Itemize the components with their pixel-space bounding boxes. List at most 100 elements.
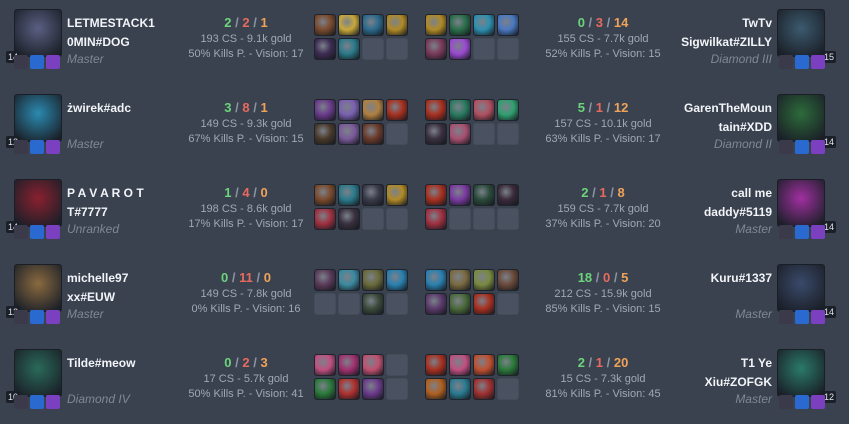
summoner-spell-icon[interactable]	[46, 310, 60, 324]
item-slot-icon[interactable]	[497, 378, 519, 400]
summoner-spell-icon[interactable]	[795, 395, 809, 409]
summoner-spell-icon[interactable]	[30, 225, 44, 239]
item-slot-icon[interactable]	[314, 99, 336, 121]
summoner-spell-icon[interactable]	[14, 395, 28, 409]
summoner-spell-icon[interactable]	[795, 55, 809, 69]
item-slot-icon[interactable]	[338, 14, 360, 36]
item-slot-icon[interactable]	[473, 378, 495, 400]
item-slot-icon[interactable]	[386, 208, 408, 230]
summoner-name[interactable]: T1 Ye Xiu#ZOFGK	[672, 354, 772, 392]
summoner-spell-icon[interactable]	[779, 140, 793, 154]
summoner-spell-icon[interactable]	[30, 55, 44, 69]
item-slot-icon[interactable]	[362, 99, 384, 121]
summoner-name[interactable]: TwTv Sigwilkat#ZILLY	[672, 14, 772, 52]
summoner-spell-icon[interactable]	[779, 395, 793, 409]
item-slot-icon[interactable]	[362, 38, 384, 60]
summoner-spell-icon[interactable]	[30, 140, 44, 154]
item-slot-icon[interactable]	[362, 293, 384, 315]
champion-portrait[interactable]	[14, 264, 62, 312]
item-slot-icon[interactable]	[449, 38, 471, 60]
item-slot-icon[interactable]	[362, 123, 384, 145]
item-slot-icon[interactable]	[497, 269, 519, 291]
item-slot-icon[interactable]	[386, 38, 408, 60]
champion-portrait[interactable]	[777, 349, 825, 397]
item-slot-icon[interactable]	[362, 14, 384, 36]
item-slot-icon[interactable]	[497, 208, 519, 230]
item-slot-icon[interactable]	[497, 293, 519, 315]
item-slot-icon[interactable]	[473, 208, 495, 230]
item-slot-icon[interactable]	[362, 354, 384, 376]
item-slot-icon[interactable]	[449, 208, 471, 230]
item-slot-icon[interactable]	[449, 123, 471, 145]
item-slot-icon[interactable]	[314, 293, 336, 315]
summoner-spell-icon[interactable]	[14, 310, 28, 324]
summoner-spell-icon[interactable]	[14, 225, 28, 239]
item-slot-icon[interactable]	[386, 123, 408, 145]
item-slot-icon[interactable]	[473, 293, 495, 315]
item-slot-icon[interactable]	[473, 14, 495, 36]
item-slot-icon[interactable]	[425, 38, 447, 60]
item-slot-icon[interactable]	[473, 269, 495, 291]
item-slot-icon[interactable]	[314, 38, 336, 60]
item-slot-icon[interactable]	[314, 378, 336, 400]
summoner-spell-icon[interactable]	[811, 310, 825, 324]
item-slot-icon[interactable]	[473, 184, 495, 206]
summoner-spell-icon[interactable]	[14, 55, 28, 69]
item-slot-icon[interactable]	[386, 354, 408, 376]
item-slot-icon[interactable]	[386, 378, 408, 400]
item-slot-icon[interactable]	[386, 14, 408, 36]
item-slot-icon[interactable]	[449, 99, 471, 121]
summoner-name[interactable]: GarenTheMoun tain#XDD	[672, 99, 772, 137]
champion-portrait[interactable]	[14, 9, 62, 57]
summoner-spell-icon[interactable]	[795, 310, 809, 324]
summoner-spell-icon[interactable]	[811, 140, 825, 154]
item-slot-icon[interactable]	[497, 354, 519, 376]
champion-portrait[interactable]	[14, 94, 62, 142]
summoner-spell-icon[interactable]	[46, 225, 60, 239]
item-slot-icon[interactable]	[425, 14, 447, 36]
item-slot-icon[interactable]	[497, 184, 519, 206]
champion-portrait[interactable]	[14, 349, 62, 397]
summoner-spell-icon[interactable]	[30, 310, 44, 324]
item-slot-icon[interactable]	[338, 38, 360, 60]
item-slot-icon[interactable]	[473, 99, 495, 121]
item-slot-icon[interactable]	[425, 123, 447, 145]
item-slot-icon[interactable]	[449, 378, 471, 400]
champion-portrait[interactable]	[777, 9, 825, 57]
summoner-name[interactable]: Kuru#1337	[672, 269, 772, 288]
item-slot-icon[interactable]	[362, 208, 384, 230]
item-slot-icon[interactable]	[425, 208, 447, 230]
item-slot-icon[interactable]	[449, 354, 471, 376]
summoner-spell-icon[interactable]	[795, 140, 809, 154]
item-slot-icon[interactable]	[449, 293, 471, 315]
champion-portrait[interactable]	[777, 94, 825, 142]
item-slot-icon[interactable]	[338, 354, 360, 376]
summoner-name[interactable]: michelle97 xx#EUW	[67, 269, 167, 307]
item-slot-icon[interactable]	[314, 14, 336, 36]
summoner-spell-icon[interactable]	[779, 225, 793, 239]
item-slot-icon[interactable]	[497, 38, 519, 60]
summoner-spell-icon[interactable]	[811, 395, 825, 409]
champion-portrait[interactable]	[14, 179, 62, 227]
summoner-name[interactable]: LETMESTACK1 0MIN#DOG	[67, 14, 167, 52]
champion-portrait[interactable]	[777, 179, 825, 227]
summoner-spell-icon[interactable]	[46, 140, 60, 154]
summoner-spell-icon[interactable]	[14, 140, 28, 154]
summoner-spell-icon[interactable]	[46, 395, 60, 409]
item-slot-icon[interactable]	[386, 293, 408, 315]
item-slot-icon[interactable]	[386, 99, 408, 121]
item-slot-icon[interactable]	[362, 184, 384, 206]
champion-portrait[interactable]	[777, 264, 825, 312]
item-slot-icon[interactable]	[425, 99, 447, 121]
summoner-spell-icon[interactable]	[30, 395, 44, 409]
summoner-spell-icon[interactable]	[779, 55, 793, 69]
summoner-spell-icon[interactable]	[779, 310, 793, 324]
item-slot-icon[interactable]	[314, 354, 336, 376]
item-slot-icon[interactable]	[449, 14, 471, 36]
item-slot-icon[interactable]	[473, 354, 495, 376]
item-slot-icon[interactable]	[425, 354, 447, 376]
summoner-name[interactable]: żwirek#adc	[67, 99, 167, 118]
item-slot-icon[interactable]	[497, 123, 519, 145]
item-slot-icon[interactable]	[497, 99, 519, 121]
summoner-name[interactable]: P A V A R O T T#7777	[67, 184, 167, 222]
